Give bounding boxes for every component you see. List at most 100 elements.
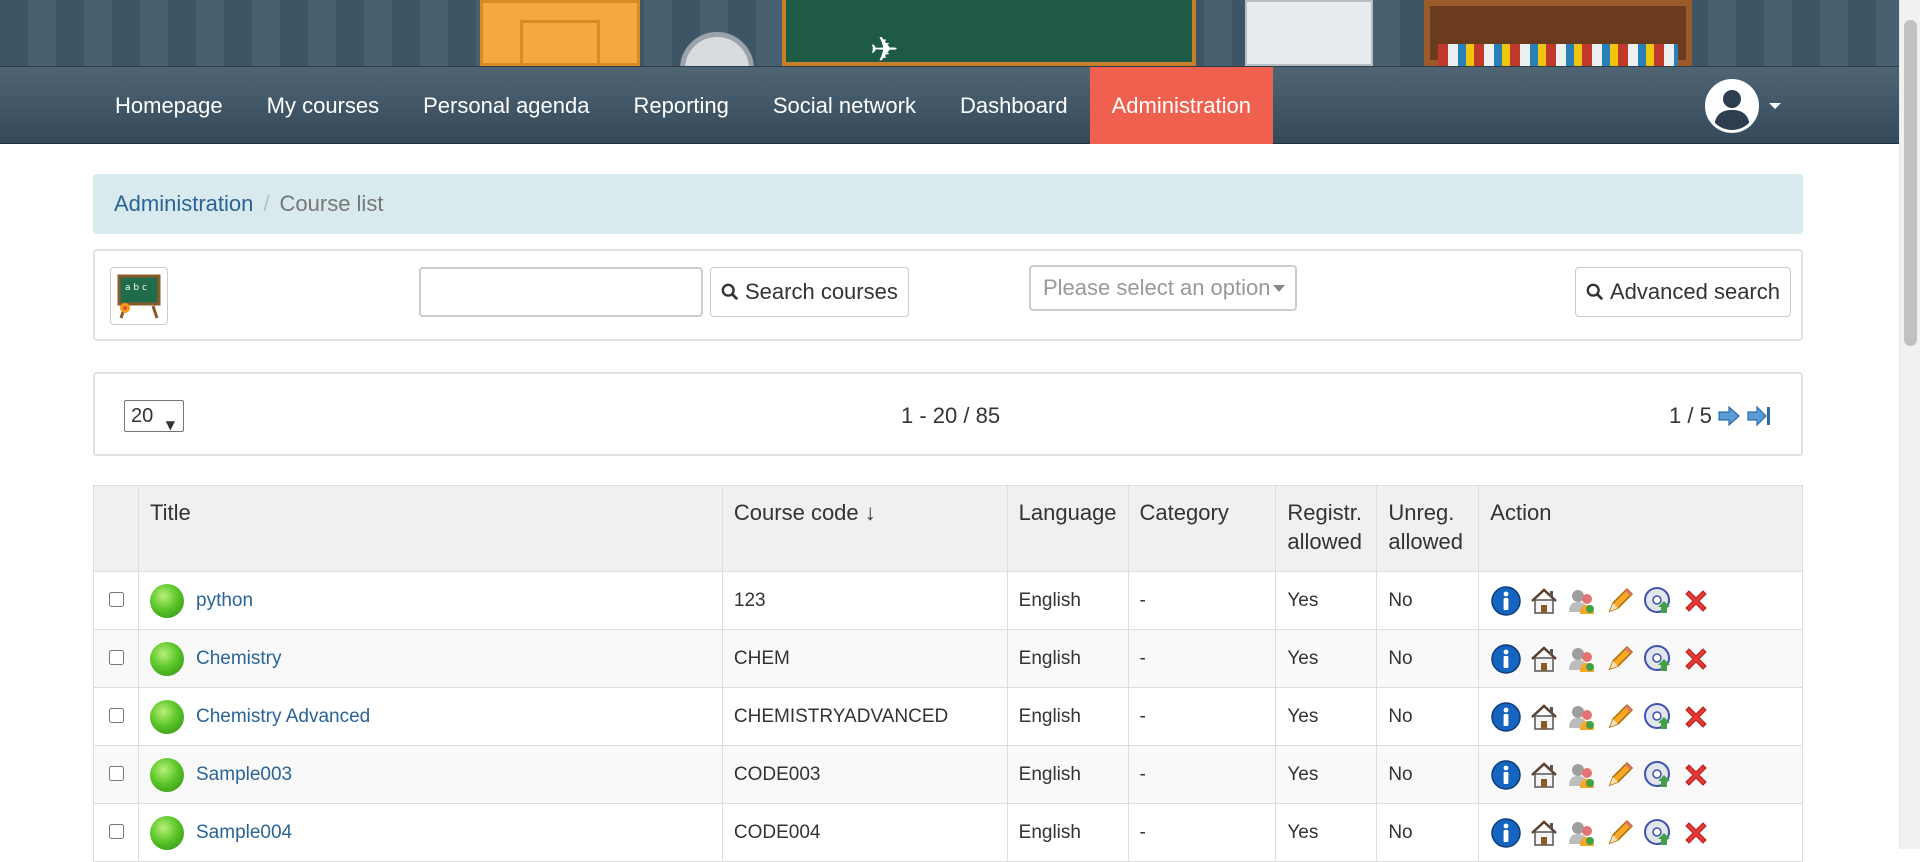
backup-disc-icon[interactable]	[1642, 585, 1674, 617]
next-page-icon[interactable]	[1716, 403, 1742, 429]
backup-disc-icon[interactable]	[1642, 701, 1674, 733]
column-header-course-code[interactable]: Course code ↓	[721, 485, 1008, 572]
language-cell: English	[1006, 745, 1129, 804]
title-cell: python	[138, 571, 723, 630]
home-icon[interactable]	[1528, 585, 1560, 617]
title-cell: Sample004	[138, 803, 723, 862]
scrollbar-thumb[interactable]	[1904, 20, 1917, 346]
row-checkbox[interactable]	[109, 707, 124, 723]
edit-pencil-icon[interactable]	[1604, 585, 1636, 617]
category-select-placeholder: Please select an option	[1043, 275, 1271, 300]
column-header-language[interactable]: Language	[1006, 485, 1129, 572]
delete-icon[interactable]	[1680, 643, 1712, 675]
course-title-link[interactable]: python	[196, 590, 253, 612]
category-select[interactable]: Please select an option	[1029, 265, 1297, 311]
course-code-cell: CODE004	[721, 803, 1008, 862]
nav-item-dashboard[interactable]: Dashboard	[938, 67, 1090, 144]
column-header-category[interactable]: Category	[1127, 485, 1277, 572]
row-select-cell	[93, 687, 139, 746]
advanced-search-button[interactable]: Advanced search	[1575, 267, 1791, 317]
home-icon[interactable]	[1528, 643, 1560, 675]
search-courses-button[interactable]: Search courses	[710, 267, 909, 317]
course-code-cell: CODE003	[721, 745, 1008, 804]
page-scrollbar[interactable]	[1899, 0, 1920, 849]
user-menu[interactable]	[1705, 79, 1781, 133]
delete-icon[interactable]	[1680, 817, 1712, 849]
info-icon[interactable]	[1490, 643, 1522, 675]
chevron-down-icon: ▼	[165, 418, 175, 432]
last-page-icon[interactable]	[1746, 403, 1772, 429]
column-header-title[interactable]: Title	[138, 485, 723, 572]
chevron-down-icon[interactable]	[1769, 103, 1781, 109]
course-title-link[interactable]: Sample004	[196, 822, 292, 844]
nav-item-reporting[interactable]: Reporting	[611, 67, 750, 144]
course-status-icon	[150, 583, 184, 618]
nav-item-homepage[interactable]: Homepage	[93, 67, 245, 144]
edit-pencil-icon[interactable]	[1604, 643, 1636, 675]
actions-cell	[1478, 571, 1803, 630]
table-row: Sample004 CODE004 English - Yes No	[93, 803, 1803, 862]
home-icon[interactable]	[1528, 701, 1560, 733]
row-checkbox[interactable]	[109, 823, 124, 839]
course-status-icon	[150, 641, 184, 676]
backup-disc-icon[interactable]	[1642, 817, 1674, 849]
nav-item-my-courses[interactable]: My courses	[245, 67, 401, 144]
paper-plane-icon: ✈	[870, 30, 899, 66]
language-cell: English	[1006, 571, 1129, 630]
users-icon[interactable]	[1566, 585, 1598, 617]
info-icon[interactable]	[1490, 759, 1522, 791]
course-table: Title Course code ↓ Language Category Re…	[93, 485, 1803, 862]
edit-pencil-icon[interactable]	[1604, 817, 1636, 849]
search-courses-label: Search courses	[745, 279, 898, 304]
nav-item-personal-agenda[interactable]: Personal agenda	[401, 67, 611, 144]
users-icon[interactable]	[1566, 817, 1598, 849]
row-checkbox[interactable]	[109, 649, 124, 665]
row-checkbox[interactable]	[109, 765, 124, 781]
course-title-link[interactable]: Chemistry Advanced	[196, 706, 370, 728]
actions-cell	[1478, 687, 1803, 746]
course-title-link[interactable]: Sample003	[196, 764, 292, 786]
backup-disc-icon[interactable]	[1642, 759, 1674, 791]
breadcrumb-current: Course list	[279, 191, 384, 216]
search-icon	[1586, 283, 1604, 301]
nav-item-social-network[interactable]: Social network	[751, 67, 938, 144]
table-row: Chemistry CHEM English - Yes No	[93, 629, 1803, 688]
column-header-registration-allowed[interactable]: Registr. allowed	[1275, 485, 1378, 572]
add-course-button[interactable]: a b c	[110, 267, 168, 325]
category-cell: -	[1127, 803, 1277, 862]
course-title-link[interactable]: Chemistry	[196, 648, 282, 670]
title-cell: Chemistry Advanced	[138, 687, 723, 746]
main-navbar: Homepage My courses Personal agenda Repo…	[0, 66, 1899, 144]
delete-icon[interactable]	[1680, 701, 1712, 733]
users-icon[interactable]	[1566, 701, 1598, 733]
users-icon[interactable]	[1566, 759, 1598, 791]
info-icon[interactable]	[1490, 701, 1522, 733]
edit-pencil-icon[interactable]	[1604, 759, 1636, 791]
breadcrumb-link-administration[interactable]: Administration	[114, 191, 253, 216]
avatar[interactable]	[1705, 79, 1759, 133]
delete-icon[interactable]	[1680, 759, 1712, 791]
home-icon[interactable]	[1528, 817, 1560, 849]
info-icon[interactable]	[1490, 585, 1522, 617]
result-range: 1 - 20 / 85	[901, 403, 1001, 428]
page-size-select[interactable]: 20 ▼	[124, 400, 184, 432]
table-row: Sample003 CODE003 English - Yes No	[93, 745, 1803, 804]
nav-item-administration[interactable]: Administration	[1089, 67, 1273, 144]
info-icon[interactable]	[1490, 817, 1522, 849]
svg-text:a b c: a b c	[125, 283, 147, 293]
column-header-unregistration-allowed[interactable]: Unreg. allowed	[1376, 485, 1480, 572]
row-checkbox[interactable]	[109, 591, 124, 607]
row-select-cell	[93, 803, 139, 862]
edit-pencil-icon[interactable]	[1604, 701, 1636, 733]
banner-poster-illustration	[1245, 0, 1373, 66]
users-icon[interactable]	[1566, 643, 1598, 675]
course-status-icon	[150, 757, 184, 792]
backup-disc-icon[interactable]	[1642, 643, 1674, 675]
course-search-input[interactable]	[419, 267, 703, 317]
title-cell: Sample003	[138, 745, 723, 804]
registration-allowed-cell: Yes	[1275, 745, 1378, 804]
banner-books-illustration	[1438, 44, 1678, 66]
delete-icon[interactable]	[1680, 585, 1712, 617]
category-cell: -	[1127, 687, 1277, 746]
home-icon[interactable]	[1528, 759, 1560, 791]
